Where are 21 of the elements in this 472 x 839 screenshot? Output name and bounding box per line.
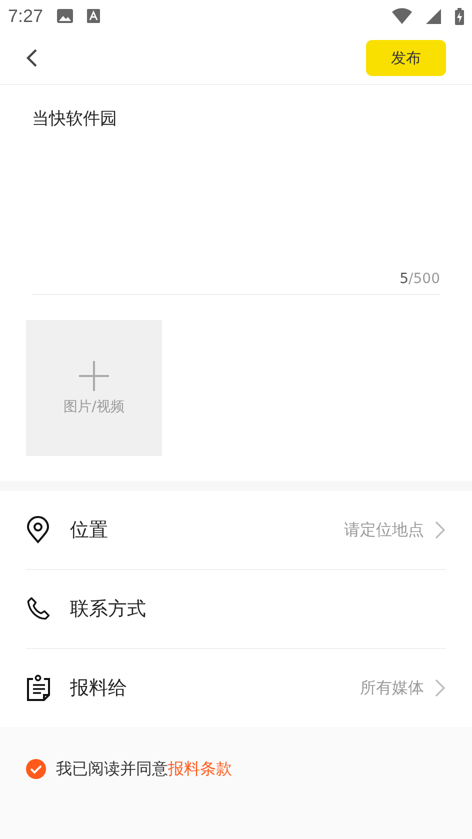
option-label[interactable]: 联系方式 — [70, 596, 446, 622]
character-limit: /500 — [408, 271, 440, 287]
phone-icon — [26, 596, 52, 622]
location-pin-icon — [26, 516, 50, 544]
status-time: 7:27 — [8, 6, 44, 26]
image-icon — [57, 9, 74, 23]
keyboard-icon — [87, 9, 100, 23]
option-label[interactable]: 位置 — [70, 517, 344, 543]
option-value: 请定位地点 — [344, 520, 424, 540]
agreement-text: 我已阅读并同意报料条款 — [56, 758, 232, 780]
agreement-checkbox[interactable] — [26, 759, 46, 779]
battery-icon — [455, 8, 464, 24]
publish-button[interactable]: 发布 — [366, 40, 446, 76]
clipboard-note-icon — [26, 674, 52, 702]
character-count: 5 — [400, 271, 409, 287]
post-text-field[interactable]: 当快软件园 — [32, 85, 440, 271]
option-value: 所有媒体 — [360, 678, 424, 698]
signal-icon — [426, 8, 441, 24]
wifi-icon — [392, 8, 412, 24]
option-label[interactable]: 报料给 — [70, 675, 360, 701]
plus-icon — [78, 360, 110, 392]
